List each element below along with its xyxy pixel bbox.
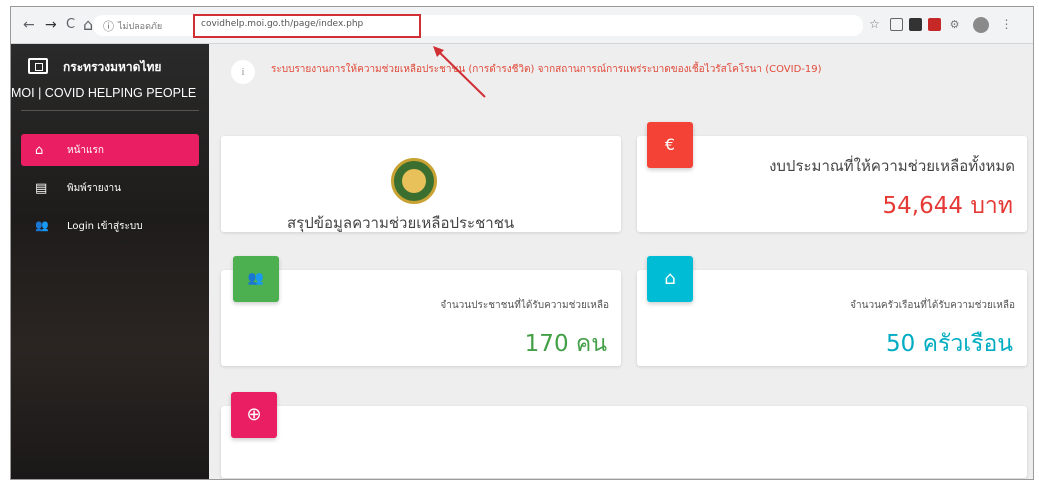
pdf-extension-icon[interactable] <box>928 18 941 31</box>
people-card: 👥 จำนวนประชาชนที่ได้รับความช่วยเหลือ 170… <box>221 256 621 366</box>
reload-icon[interactable]: C <box>66 17 75 32</box>
budget-label: งบประมาณที่ให้ความช่วยเหลือทั้งหมด <box>769 157 1015 175</box>
users-icon: 👥 <box>35 219 49 232</box>
annotation-arrow <box>433 46 486 98</box>
screenshot-frame: ← → C ⌂ ⓘ ไม่ปลอดภัย covidhelp.moi.go.th… <box>10 6 1034 480</box>
households-card: ⌂ จำนวนครัวเรือนที่ได้รับความช่วยเหลือ 5… <box>637 256 1027 366</box>
main-content: i ระบบรายงานการให้ความช่วยเหลือประชาชน (… <box>209 44 1033 479</box>
households-value: 50 ครัวเรือน <box>886 331 1013 357</box>
people-label: จำนวนประชาชนที่ได้รับความช่วยเหลือ <box>440 300 609 311</box>
security-indicator[interactable]: ไม่ปลอดภัย <box>118 19 162 33</box>
house-icon: ⌂ <box>647 256 693 302</box>
extension-icon[interactable] <box>890 18 903 31</box>
extension-dark-icon[interactable] <box>909 18 922 31</box>
sidebar-item-label: หน้าแรก <box>67 145 104 156</box>
budget-card: € งบประมาณที่ให้ความช่วยเหลือทั้งหมด 54,… <box>637 122 1027 232</box>
info-icon[interactable]: ⓘ <box>103 18 114 34</box>
households-label: จำนวนครัวเรือนที่ได้รับความช่วยเหลือ <box>850 300 1015 311</box>
url-annotation-box <box>193 14 421 38</box>
globe-card: ⊕ <box>221 392 1027 478</box>
sidebar-item-print-report[interactable]: ▤ พิมพ์รายงาน <box>21 172 199 204</box>
brand-subtitle: MOI | COVID HELPING PEOPLE <box>11 86 197 100</box>
star-icon[interactable]: ☆ <box>868 18 881 31</box>
sidebar-item-home[interactable]: ⌂ หน้าแรก <box>21 134 199 166</box>
euro-icon: € <box>647 122 693 168</box>
sidebar: กระทรวงมหาดไทย MOI | COVID HELPING PEOPL… <box>11 44 209 479</box>
summary-card: สรุปข้อมูลความช่วยเหลือประชาชน <box>221 136 621 232</box>
profile-avatar-icon[interactable] <box>973 17 989 33</box>
sidebar-divider <box>21 110 199 111</box>
brand-title: กระทรวงมหาดไทย <box>63 60 162 74</box>
sidebar-item-login[interactable]: 👥 Login เข้าสู่ระบบ <box>21 210 199 242</box>
settings-extension-icon[interactable]: ⚙ <box>948 18 961 31</box>
menu-dots-icon[interactable]: ⋮ <box>1000 18 1013 31</box>
ministry-seal-logo <box>391 158 437 204</box>
forward-icon[interactable]: → <box>45 17 57 33</box>
sidebar-item-label: Login เข้าสู่ระบบ <box>67 221 143 232</box>
home-icon: ⌂ <box>35 143 44 158</box>
budget-value: 54,644 บาท <box>882 193 1013 219</box>
home-icon[interactable]: ⌂ <box>83 15 93 34</box>
sidebar-item-label: พิมพ์รายงาน <box>67 183 121 194</box>
monitor-icon <box>28 58 48 74</box>
summary-label: สรุปข้อมูลความช่วยเหลือประชาชน <box>287 214 515 232</box>
browser-toolbar: ← → C ⌂ ⓘ ไม่ปลอดภัย covidhelp.moi.go.th… <box>11 7 1033 44</box>
globe-icon: ⊕ <box>231 392 277 438</box>
people-value: 170 คน <box>524 331 607 357</box>
printer-icon: ▤ <box>35 181 48 196</box>
back-icon[interactable]: ← <box>23 17 35 33</box>
people-icon: 👥 <box>233 256 279 302</box>
